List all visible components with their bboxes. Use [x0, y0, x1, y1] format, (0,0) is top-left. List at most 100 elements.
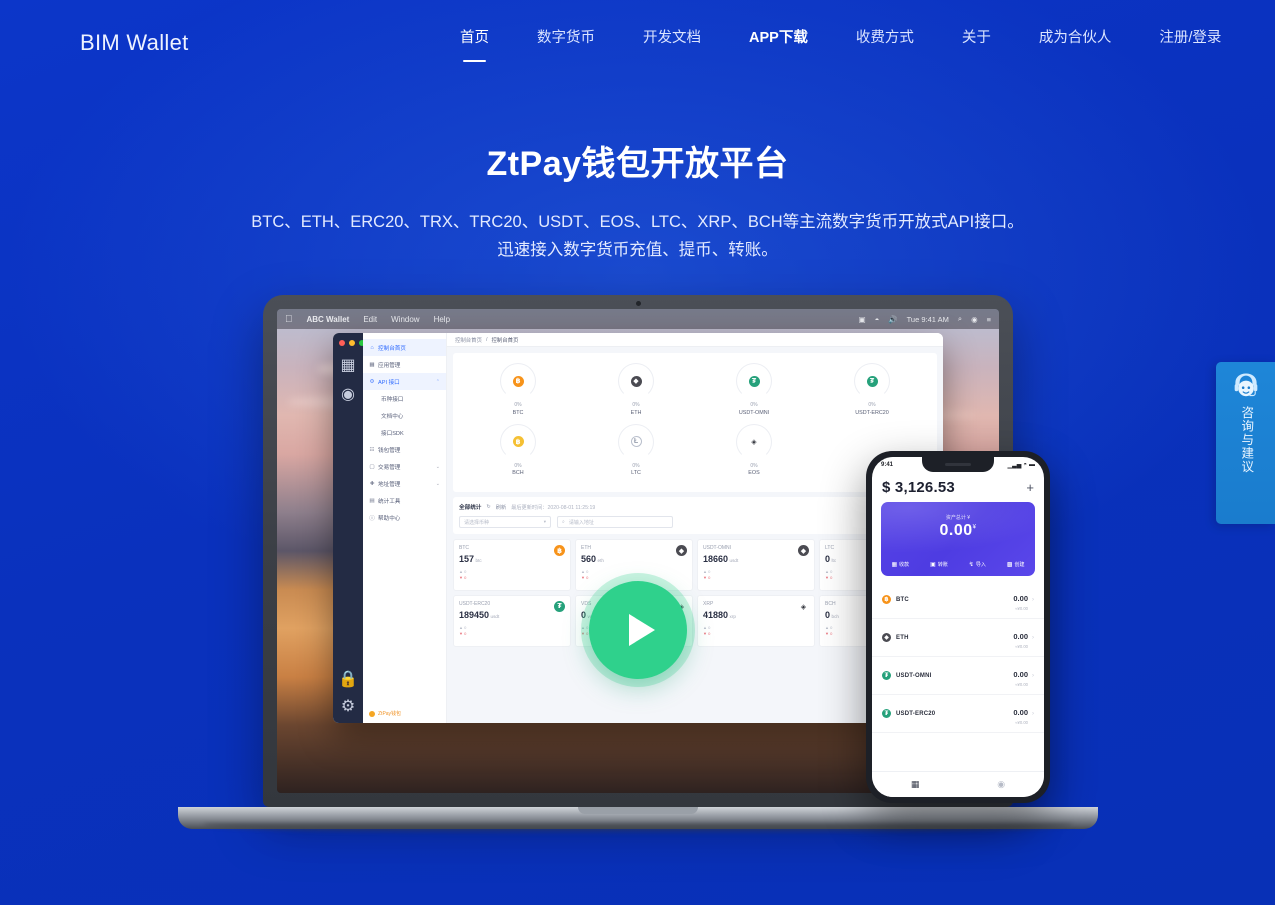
sidebar-item-transactions[interactable]: ▢ 交易管理 ⌄ — [363, 458, 446, 475]
gauge-symbol: ETH — [630, 409, 642, 416]
nav-item-app-download[interactable]: APP下载 — [749, 28, 808, 48]
phone-clock: 9:41 — [881, 462, 894, 468]
phone-action-receive[interactable]: ▦ 收款 — [891, 561, 909, 568]
siri-icon[interactable]: ◉ — [971, 315, 978, 324]
lock-icon[interactable]: 🔒 — [338, 671, 358, 688]
wifi-icon[interactable]: ◓ — [875, 315, 880, 324]
phone-asset-card-currency: ¥ — [972, 524, 977, 531]
coin-gauge-usdt-erc20[interactable]: ₮ 0% USDT-ERC20 — [813, 363, 931, 416]
phone-coin-row-eth[interactable]: ◆ ETH 0.00 ≈¥0.00 › — [872, 619, 1044, 657]
apple-logo-icon[interactable]:  — [285, 314, 293, 325]
gauge-symbol: USDT-OMNI — [738, 409, 770, 416]
coin-gauge-btc[interactable]: ฿ 0% BTC — [459, 363, 577, 416]
phone-coin-row-usdt-omni[interactable]: ₮ USDT-OMNI 0.00 ≈¥0.00 › — [872, 657, 1044, 695]
phone-action-import[interactable]: ↯ 导入 — [969, 561, 986, 568]
breadcrumb-root[interactable]: 控制台首页 — [455, 336, 482, 344]
phone-coin-fiat: ≈¥0.00 — [1015, 644, 1028, 649]
plus-icon[interactable]: + — [1026, 480, 1034, 495]
coin-gauge-eth[interactable]: ◆ 0% ETH — [577, 363, 695, 416]
sidebar-item-doc-center[interactable]: 文档中心 — [363, 407, 446, 424]
volume-icon[interactable]: 🔊 — [888, 315, 897, 324]
play-button-circle[interactable] — [588, 581, 687, 679]
import-icon: ↯ — [968, 562, 974, 568]
compass-icon[interactable]: ◉ — [341, 386, 356, 403]
sidebar-item-sdk[interactable]: 接口SDK — [363, 424, 446, 441]
sidebar-item-label: 币种接口 — [381, 396, 404, 403]
sidebar-item-stats-tools[interactable]: ▤ 统计工具 — [363, 492, 446, 509]
nav-item-register-login[interactable]: 注册/登录 — [1159, 28, 1221, 48]
address-search-input[interactable]: ⌕ 请输入地址 — [557, 516, 673, 528]
wallet-card-amount: 157 — [459, 554, 475, 564]
coin-gauges-panel: ฿ 0% BTC ◆ 0% ETH ₮ 0% USDT-OMNI ₮ 0% US… — [453, 353, 937, 492]
phone-status-icons: ▁▃▅ ◓ ▬ — [1008, 462, 1035, 469]
phone-coin-name: USDT-OMNI — [896, 672, 932, 679]
sidebar-item-apps[interactable]: ▦ 应用管理 — [363, 356, 446, 373]
phone-action-transfer[interactable]: ▣ 转账 — [930, 561, 948, 568]
btc-coin-icon: ฿ — [554, 545, 565, 556]
coin-select[interactable]: 请选择币种 ▾ — [459, 516, 551, 528]
nav-item-home[interactable]: 首页 — [460, 28, 489, 62]
refresh-label[interactable]: 刷新 — [496, 504, 506, 511]
chevron-right-icon: › — [1032, 672, 1034, 679]
gauge-percent: 0% — [514, 462, 522, 469]
coin-gauge-eos[interactable]: ◈ 0% EOS — [695, 423, 813, 476]
wallet-card-xrp[interactable]: XRP 41880 xrp ◈ ▲ 0 ▼ 0 — [697, 595, 815, 647]
controlcenter-icon[interactable]: ≡ — [987, 315, 991, 324]
sidebar-item-addresses[interactable]: ✚ 地址管理 ⌄ — [363, 475, 446, 492]
coin-gauge-ltc[interactable]: Ł 0% LTC — [577, 423, 695, 476]
nav-item-digital-currency[interactable]: 数字货币 — [537, 28, 595, 48]
phone-coin-row-usdt-erc20[interactable]: ₮ USDT-ERC20 0.00 ≈¥0.00 › — [872, 695, 1044, 733]
menubar-clock[interactable]: Tue 9:41 AM — [907, 315, 949, 324]
nav-item-partner[interactable]: 成为合伙人 — [1039, 28, 1112, 48]
site-header: BIM Wallet 首页 数字货币 开发文档 APP下载 收费方式 关于 成为… — [0, 0, 1275, 88]
filter-controls: 请选择币种 ▾ ⌕ 请输入地址 — [459, 516, 931, 528]
statistics-filter-panel: 全部统计 ↻ 刷新 最后更新时间：2020-08-01 11:25:19 请选择… — [453, 497, 937, 534]
coin-gauge-bch[interactable]: ฿ 0% BCH — [459, 423, 577, 476]
macos-menubar:  ABC Wallet Edit Window Help ▣ ◓ 🔊 Tue … — [277, 309, 999, 329]
sidebar-item-api[interactable]: ⚙ API 接口 ⌃ — [363, 373, 446, 390]
phone-action-create[interactable]: ▩ 创建 — [1007, 561, 1025, 568]
gauge-symbol: LTC — [631, 470, 641, 476]
menubar-edit[interactable]: Edit — [363, 315, 377, 324]
window-traffic-lights[interactable] — [339, 340, 365, 346]
consult-widget[interactable]: 咨询与建议 — [1216, 362, 1275, 524]
refresh-button[interactable]: ↻ — [486, 504, 490, 510]
menubar-help[interactable]: Help — [434, 315, 450, 324]
search-icon[interactable]: ⌕ — [958, 314, 962, 324]
eth-coin-icon: ◆ — [676, 545, 687, 556]
wallet-card-usdt-omni[interactable]: USDT-OMNI 18660 usdt ◆ ▲ 0 ▼ 0 — [697, 539, 815, 591]
nav-item-about[interactable]: 关于 — [962, 28, 991, 48]
sidebar-item-dashboard[interactable]: ⌂ 控制台首页 — [363, 339, 446, 356]
menubar-app-name[interactable]: ABC Wallet — [307, 315, 350, 324]
phone-coin-value: 0.00 — [1013, 708, 1028, 717]
wallet-card-btc[interactable]: BTC 157 btc ฿ ▲ 0 ▼ 0 — [453, 539, 571, 591]
coin-gauge-usdt-omni[interactable]: ₮ 0% USDT-OMNI — [695, 363, 813, 416]
apps-icon: ▦ — [369, 361, 375, 368]
sidebar-item-label: 地址管理 — [378, 481, 401, 488]
filter-header: 全部统计 ↻ 刷新 最后更新时间：2020-08-01 11:25:19 — [459, 503, 931, 511]
settings-tab-icon[interactable]: ◉ — [997, 779, 1005, 790]
close-icon[interactable] — [339, 340, 345, 346]
nav-item-dev-docs[interactable]: 开发文档 — [643, 28, 701, 48]
phone-coin-name: ETH — [896, 634, 909, 641]
card-icon[interactable]: ▦ — [340, 357, 355, 374]
wallet-card-usdt-erc20[interactable]: USDT-ERC20 189450 usdt ₮ ▲ 0 ▼ 0 — [453, 595, 571, 647]
screen-icon[interactable]: ▣ — [859, 315, 866, 324]
sidebar-item-wallet[interactable]: ☷ 钱包管理 — [363, 441, 446, 458]
sidebar-item-help[interactable]: ⓘ 帮助中心 — [363, 509, 446, 526]
consult-widget-label: 咨询与建议 — [1239, 406, 1254, 474]
wallet-card-unit: usdt — [490, 614, 500, 619]
minimize-icon[interactable] — [349, 340, 355, 346]
phone-coin-row-btc[interactable]: ฿ BTC 0.00 ≈¥0.00 › — [872, 581, 1044, 619]
gauge-symbol: BCH — [512, 470, 524, 476]
addr-icon: ✚ — [369, 480, 375, 487]
menubar-window[interactable]: Window — [391, 315, 419, 324]
sidebar-item-coin-api[interactable]: 币种接口 — [363, 390, 446, 407]
nav-item-pricing[interactable]: 收费方式 — [856, 28, 914, 48]
gear-icon[interactable]: ⚙ — [341, 698, 356, 715]
phone-asset-card[interactable]: 资产总计 ¥ 0.00¥ ▦ 收款 ▣ 转账 ↯ 导入 ▩ 创建 — [881, 502, 1035, 576]
brand-logo[interactable]: BIM Wallet — [80, 30, 189, 56]
wallet-tab-icon[interactable]: ▦ — [911, 779, 920, 790]
sidebar-item-label: 统计工具 — [378, 498, 401, 505]
play-video-button[interactable] — [580, 573, 695, 687]
